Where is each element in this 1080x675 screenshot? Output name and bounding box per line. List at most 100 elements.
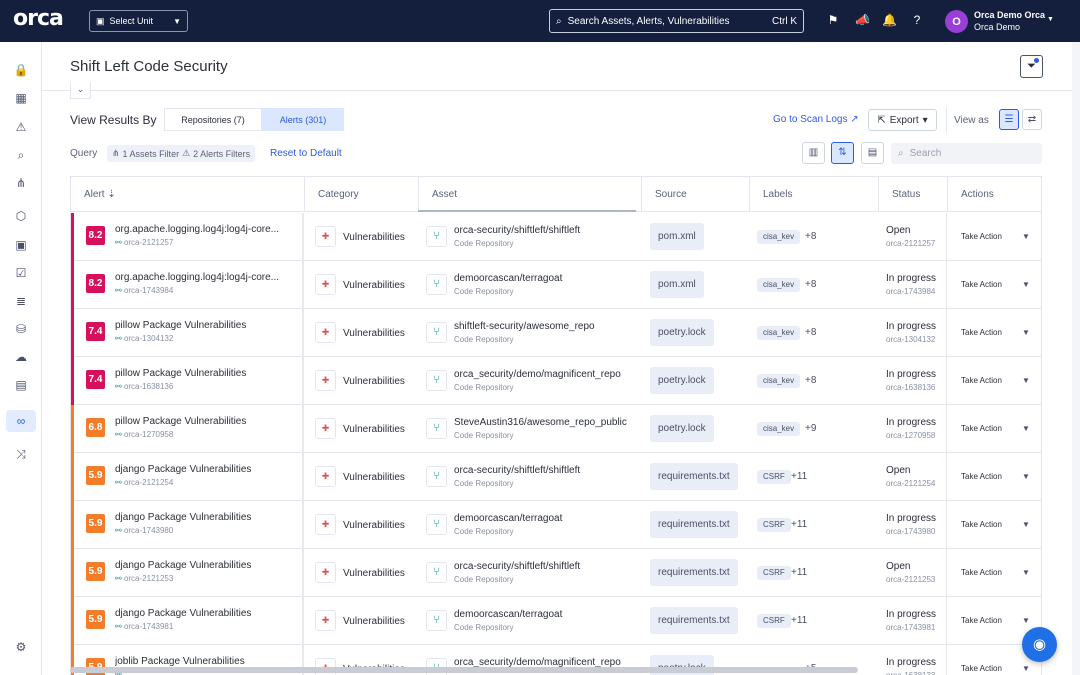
table-row[interactable]: 5.9 django Package Vulnerabilities ⚯ orc… [71, 597, 1041, 645]
chevron-down-icon[interactable]: ▼ [1047, 16, 1054, 23]
flag-icon[interactable]: ⚑ [826, 13, 840, 27]
caret-down-icon[interactable]: ▼ [1022, 424, 1030, 433]
tab-repositories[interactable]: Repositories (7) [164, 108, 262, 131]
take-action-button[interactable]: Take Action [961, 328, 1002, 337]
warning-icon[interactable]: ⚠ [12, 118, 30, 136]
asset-name[interactable]: demoorcascan/terragoat [454, 609, 562, 620]
labels-more[interactable]: +9 [805, 423, 816, 434]
take-action-button[interactable]: Take Action [961, 424, 1002, 433]
table-row[interactable]: 7.4 pillow Package Vulnerabilities ⚯ orc… [71, 309, 1041, 357]
alert-title[interactable]: pillow Package Vulnerabilities [115, 320, 246, 331]
vertical-scrollbar[interactable] [1072, 42, 1080, 675]
export-button[interactable]: ⇱ Export ▾ [868, 109, 937, 131]
help-icon[interactable]: ? [910, 13, 924, 27]
column-asset[interactable]: Asset [418, 177, 641, 212]
labels-more[interactable]: +8 [805, 231, 816, 242]
avatar[interactable]: O [945, 10, 968, 33]
asset-name[interactable]: orca-security/shiftleft/shiftleft [454, 561, 580, 572]
policy-icon[interactable]: ≣ [12, 292, 30, 310]
take-action-button[interactable]: Take Action [961, 472, 1002, 481]
graph-icon[interactable]: ⋔ [12, 174, 30, 192]
take-action-button[interactable]: Take Action [961, 376, 1002, 385]
alert-title[interactable]: org.apache.logging.log4j:log4j-core... [115, 272, 279, 283]
search-icon[interactable]: ⌕ [12, 146, 30, 164]
image-icon[interactable]: ▤ [12, 376, 30, 394]
reset-link[interactable]: Reset to Default [270, 148, 342, 159]
table-row[interactable]: 8.2 org.apache.logging.log4j:log4j-core.… [71, 261, 1041, 309]
caret-down-icon[interactable]: ▼ [1022, 568, 1030, 577]
take-action-button[interactable]: Take Action [961, 616, 1002, 625]
table-row[interactable]: 7.4 pillow Package Vulnerabilities ⚯ orc… [71, 357, 1041, 405]
alert-title[interactable]: pillow Package Vulnerabilities [115, 416, 246, 427]
asset-name[interactable]: demoorcascan/terragoat [454, 513, 562, 524]
list-view-button[interactable]: ☰ [999, 109, 1019, 130]
horizontal-scrollbar[interactable] [70, 667, 858, 673]
labels-more[interactable]: +8 [805, 375, 816, 386]
asset-name[interactable]: orca-security/shiftleft/shiftleft [454, 465, 580, 476]
table-search-input[interactable]: ⌕ Search [891, 143, 1042, 164]
cloud-icon[interactable]: ☁ [12, 348, 30, 366]
alert-title[interactable]: org.apache.logging.log4j:log4j-core... [115, 224, 279, 235]
take-action-button[interactable]: Take Action [961, 520, 1002, 529]
table-row[interactable]: 5.9 django Package Vulnerabilities ⚯ orc… [71, 549, 1041, 597]
asset-name[interactable]: shiftleft-security/awesome_repo [454, 321, 595, 332]
table-row[interactable]: 8.2 org.apache.logging.log4j:log4j-core.… [71, 213, 1041, 261]
caret-down-icon[interactable]: ▼ [1022, 664, 1030, 673]
alert-title[interactable]: django Package Vulnerabilities [115, 512, 251, 523]
take-action-button[interactable]: Take Action [961, 280, 1002, 289]
asset-name[interactable]: orca-security/shiftleft/shiftleft [454, 225, 580, 236]
alert-title[interactable]: pillow Package Vulnerabilities [115, 368, 246, 379]
briefcase-icon[interactable]: ▣ [12, 236, 30, 254]
asset-name[interactable]: orca_security/demo/magnificent_repo [454, 369, 621, 380]
labels-more[interactable]: +8 [805, 279, 816, 290]
caret-down-icon[interactable]: ▼ [1022, 232, 1030, 241]
column-source[interactable]: Source [641, 177, 749, 212]
lock-icon[interactable]: 🔒 [12, 61, 30, 79]
caret-down-icon[interactable]: ▼ [1022, 376, 1030, 385]
table-row[interactable]: 5.9 django Package Vulnerabilities ⚯ orc… [71, 501, 1041, 549]
scan-logs-link[interactable]: Go to Scan Logs ↗ [773, 114, 859, 125]
sort-button[interactable]: ⇅ [831, 142, 854, 164]
alert-title[interactable]: django Package Vulnerabilities [115, 608, 251, 619]
collapse-button[interactable]: ⌄ [70, 82, 91, 99]
caret-down-icon[interactable]: ▼ [1022, 616, 1030, 625]
details-button[interactable]: ▤ [861, 142, 884, 164]
asset-name[interactable]: demoorcascan/terragoat [454, 273, 562, 284]
labels-more[interactable]: +11 [791, 471, 807, 482]
take-action-button[interactable]: Take Action [961, 664, 1002, 673]
org-name[interactable]: Orca Demo Orca [974, 10, 1045, 20]
alert-title[interactable]: django Package Vulnerabilities [115, 464, 251, 475]
switch-view-button[interactable]: ⇄ [1022, 109, 1042, 130]
tab-alerts[interactable]: Alerts (301) [262, 108, 344, 131]
caret-down-icon[interactable]: ▼ [1022, 328, 1030, 337]
caret-down-icon[interactable]: ▼ [1022, 472, 1030, 481]
labels-more[interactable]: +11 [791, 567, 807, 578]
shift-left-icon[interactable]: ∞ [6, 410, 36, 432]
take-action-button[interactable]: Take Action [961, 568, 1002, 577]
chat-button[interactable]: ◉ [1022, 627, 1057, 662]
caret-down-icon[interactable]: ▼ [1022, 280, 1030, 289]
caret-down-icon[interactable]: ▼ [1022, 520, 1030, 529]
table-row[interactable]: 6.8 pillow Package Vulnerabilities ⚯ orc… [71, 405, 1041, 453]
integrations-icon[interactable]: ⤨ [12, 445, 30, 463]
table-row[interactable]: 5.9 django Package Vulnerabilities ⚯ orc… [71, 453, 1041, 501]
checklist-icon[interactable]: ☑ [12, 264, 30, 282]
alert-title[interactable]: django Package Vulnerabilities [115, 560, 251, 571]
labels-more[interactable]: +11 [791, 519, 807, 530]
columns-button[interactable]: ▥ [802, 142, 825, 164]
labels-more[interactable]: +8 [805, 327, 816, 338]
take-action-button[interactable]: Take Action [961, 232, 1002, 241]
megaphone-icon[interactable]: 📣 [855, 13, 870, 27]
column-status[interactable]: Status [878, 177, 947, 212]
asset-name[interactable]: SteveAustin316/awesome_repo_public [454, 417, 627, 428]
global-search-input[interactable]: ⌕ Search Assets, Alerts, Vulnerabilities… [549, 9, 804, 33]
column-labels[interactable]: Labels [749, 177, 878, 212]
bell-icon[interactable]: 🔔 [882, 13, 897, 27]
database-icon[interactable]: ⛁ [12, 320, 30, 338]
gear-icon[interactable]: ⚙ [12, 638, 30, 656]
column-alert[interactable]: Alert ⇣ [71, 177, 304, 212]
unit-select[interactable]: ▣ Select Unit ▼ [89, 10, 188, 32]
shield-icon[interactable]: ⬡ [12, 207, 30, 225]
assets-filter-chip[interactable]: ⋔ 1 Assets Filter ⚠ 2 Alerts Filters [107, 145, 256, 162]
layout-icon[interactable]: ▦ [12, 89, 30, 107]
